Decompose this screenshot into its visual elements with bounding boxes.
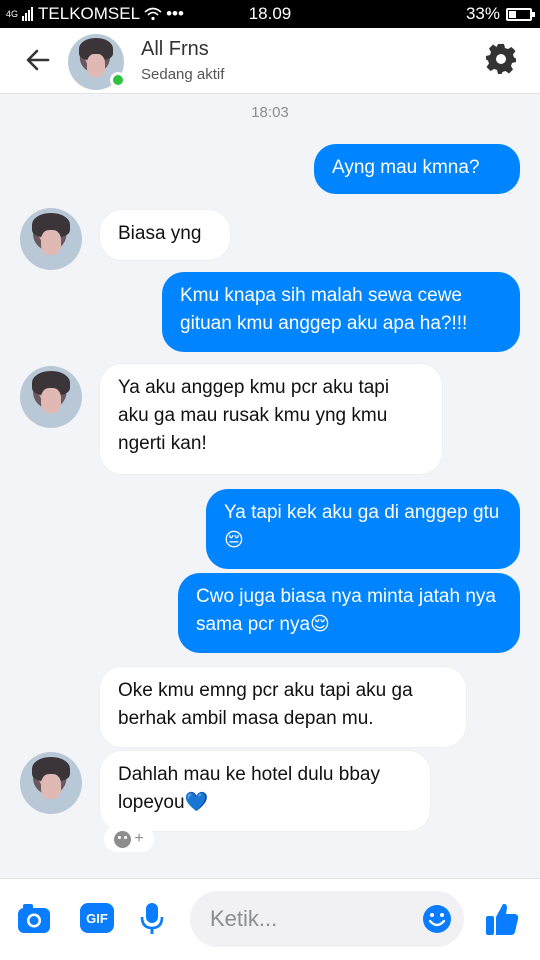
gif-button[interactable]: GIF — [80, 903, 114, 933]
reaction-plus: + — [134, 830, 144, 847]
status-bar: 4G TELKOMSEL ••• 18.09 33% — [0, 0, 540, 28]
contact-avatar[interactable] — [20, 366, 82, 428]
thumbs-up-icon[interactable] — [484, 901, 520, 937]
message-bubble-outgoing[interactable]: Cwo juga biasa nya minta jatah nya sama … — [178, 573, 520, 653]
message-bubble-outgoing[interactable]: Ya tapi kek aku ga di anggep gtu😔 — [206, 489, 520, 569]
add-reaction-button[interactable]: + — [104, 826, 154, 852]
gear-icon[interactable] — [484, 42, 518, 76]
battery-icon — [506, 7, 535, 21]
message-composer: GIF — [0, 878, 540, 960]
message-bubble-incoming[interactable]: Ya aku anggep kmu pcr aku tapi aku ga ma… — [100, 364, 442, 474]
message-input[interactable] — [210, 899, 410, 939]
gif-label: GIF — [86, 910, 108, 926]
contact-avatar[interactable] — [20, 752, 82, 814]
chat-timestamp: 18:03 — [251, 104, 289, 121]
emoji-icon[interactable] — [422, 904, 452, 934]
battery-percent: 33% — [465, 4, 500, 23]
smiley-icon — [114, 830, 132, 848]
message-bubble-outgoing[interactable]: Kmu knapa sih malah sewa cewe gituan kmu… — [162, 272, 520, 352]
camera-icon[interactable] — [16, 901, 52, 935]
contact-name[interactable]: All Frns — [141, 38, 209, 61]
status-right: 33% — [465, 4, 535, 24]
back-arrow-icon[interactable] — [22, 44, 54, 76]
status-time: 18.09 — [248, 4, 292, 23]
message-bubble-incoming[interactable]: Dahlah mau ke hotel dulu bbay lopeyou💙 — [100, 751, 430, 831]
message-bubble-incoming[interactable]: Biasa yng — [100, 210, 230, 260]
contact-avatar[interactable] — [20, 208, 82, 270]
microphone-icon[interactable] — [140, 901, 164, 937]
contact-status: Sedang aktif — [141, 66, 225, 83]
message-input-box[interactable] — [190, 891, 464, 947]
chat-header: All Frns Sedang aktif — [0, 28, 540, 94]
online-indicator — [110, 72, 126, 88]
message-bubble-incoming[interactable]: Oke kmu emng pcr aku tapi aku ga berhak … — [100, 667, 466, 747]
message-bubble-outgoing[interactable]: Ayng mau kmna? — [314, 144, 520, 194]
